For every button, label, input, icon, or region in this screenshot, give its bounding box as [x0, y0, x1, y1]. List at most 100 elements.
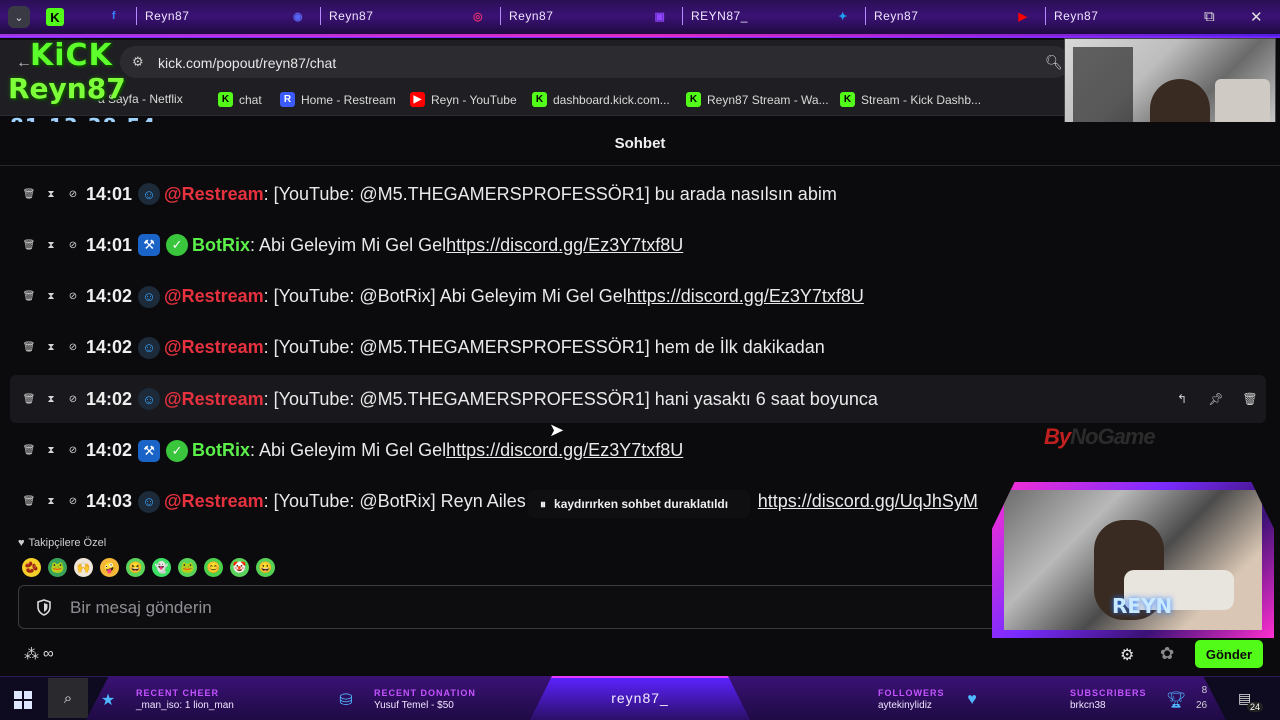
- social-link-4[interactable]: ✦ Reyn87: [835, 6, 918, 26]
- bot-badge-icon: ☺: [138, 336, 161, 359]
- ban-icon[interactable]: ⊘: [66, 240, 80, 251]
- twitch-icon: ▣: [654, 10, 666, 23]
- timeout-hourglass-icon[interactable]: ⧗: [44, 496, 58, 507]
- emote[interactable]: 👻: [152, 558, 171, 577]
- emote[interactable]: 😀: [256, 558, 275, 577]
- timeout-hourglass-icon[interactable]: ⧗: [44, 445, 58, 456]
- timeout-hourglass-icon[interactable]: ⧗: [44, 394, 58, 405]
- delete-icon[interactable]: 🗑︎: [1240, 389, 1260, 409]
- infinity-icon[interactable]: ∞: [43, 645, 54, 663]
- taskbar-search-icon[interactable]: ⌕: [48, 678, 88, 718]
- send-button[interactable]: Gönder: [1195, 640, 1263, 668]
- chat-message[interactable]: 🗑︎ ⧗ ⊘ 14:02 ☺ @Restream: [YouTube: @M5.THEGA…: [10, 375, 1266, 424]
- site-settings-icon[interactable]: ⚙: [132, 54, 144, 70]
- message-username[interactable]: @Restream: [164, 491, 264, 512]
- chat-input-placeholder[interactable]: Bir mesaj gönderin: [70, 598, 212, 618]
- ban-icon[interactable]: ⊘: [66, 189, 80, 200]
- timeout-hourglass-icon[interactable]: ⧗: [44, 291, 58, 302]
- banner-glow: [0, 34, 1280, 37]
- ban-icon[interactable]: ⊘: [66, 445, 80, 456]
- social-link-5[interactable]: ▶ Reyn87: [1015, 6, 1098, 26]
- subscribers-title: SUBSCRIBERS: [1070, 688, 1147, 698]
- emote[interactable]: 🐸: [178, 558, 197, 577]
- message-username[interactable]: @Restream: [164, 184, 264, 205]
- social-link-0[interactable]: f Reyn87: [106, 6, 189, 26]
- shield-icon[interactable]: [36, 599, 52, 616]
- emote[interactable]: 😊: [204, 558, 223, 577]
- bookmark-3[interactable]: ▶ Reyn - YouTube: [410, 92, 517, 107]
- chat-message[interactable]: 🗑︎ ⧗ ⊘ 14:01 ⚒ ✓ BotRix: Abi Geleyim Mi Gel Ge…: [10, 221, 1266, 269]
- timeout-hourglass-icon[interactable]: ⧗: [44, 189, 58, 200]
- bot-badge-icon: ☺: [138, 285, 161, 308]
- ban-icon[interactable]: ⊘: [66, 291, 80, 302]
- delete-trash-icon[interactable]: 🗑︎: [22, 189, 36, 200]
- social-link-2[interactable]: ◎ Reyn87: [470, 6, 553, 26]
- emote-picker-icon[interactable]: ✿: [1160, 644, 1174, 664]
- watermark-logo: ByNoGame: [1044, 424, 1156, 449]
- message-username[interactable]: BotRix: [192, 235, 250, 256]
- bookmark-2[interactable]: R Home - Restream: [280, 92, 396, 107]
- ban-icon[interactable]: ⊘: [66, 496, 80, 507]
- bookmark-4[interactable]: Kdashboard.kick.com...: [532, 92, 670, 107]
- ban-icon[interactable]: ⊘: [66, 342, 80, 353]
- chat-tools[interactable]: ⁂ ∞: [24, 645, 54, 663]
- recent-donation: RECENT DONATION Yusuf Temel - $50: [374, 688, 476, 711]
- url-text[interactable]: kick.com/popout/reyn87/chat: [158, 55, 336, 71]
- social-label: Reyn87: [509, 9, 554, 23]
- zoom-search-icon[interactable]: 🔍︎: [1045, 54, 1063, 71]
- kick-tab-icon[interactable]: K: [46, 8, 64, 26]
- message-username[interactable]: @Restream: [164, 286, 264, 307]
- chat-messages[interactable]: 🗑︎ ⧗ ⊘ 14:01 ☺ @Restream: [YouTube: @M5.THEGA…: [10, 170, 1266, 530]
- message-link[interactable]: https://discord.gg/Ez3Y7txf8U: [446, 235, 683, 256]
- delete-trash-icon[interactable]: 🗑︎: [22, 445, 36, 456]
- donation-coins-icon: ⛁: [339, 692, 353, 709]
- reply-icon[interactable]: ↰: [1172, 389, 1192, 409]
- chat-mode-icon[interactable]: ⁂: [24, 645, 39, 663]
- message-link[interactable]: https://discord.gg/Ez3Y7txf8U: [446, 440, 683, 461]
- chat-message[interactable]: 🗑︎ ⧗ ⊘ 14:02 ☺ @Restream: [YouTube: @M5.THEGA…: [10, 324, 1266, 372]
- tray-clock[interactable]: 8 26: [1196, 683, 1207, 713]
- chat-paused-notice[interactable]: ⏸ kaydırırken sohbet duraklatıldı: [528, 490, 750, 518]
- windows-start-icon[interactable]: [14, 691, 32, 709]
- pin-icon[interactable]: 📌︎: [1206, 389, 1226, 409]
- social-link-1[interactable]: ◉ Reyn87: [290, 6, 373, 26]
- message-username[interactable]: @Restream: [164, 337, 264, 358]
- chat-settings-gear-icon[interactable]: ⚙: [1120, 645, 1134, 665]
- close-window-icon[interactable]: ✕: [1250, 8, 1263, 26]
- social-link-3[interactable]: ▣ REYN87_: [652, 6, 748, 26]
- delete-trash-icon[interactable]: 🗑︎: [22, 291, 36, 302]
- emote[interactable]: 🤡: [230, 558, 249, 577]
- chat-message[interactable]: 🗑︎ ⧗ ⊘ 14:02 ☺ @Restream: [YouTube: @BotRix] …: [10, 273, 1266, 321]
- delete-trash-icon[interactable]: 🗑︎: [22, 496, 36, 507]
- message-username[interactable]: BotRix: [192, 440, 250, 461]
- delete-trash-icon[interactable]: 🗑︎: [22, 240, 36, 251]
- ban-icon[interactable]: ⊘: [66, 394, 80, 405]
- delete-trash-icon[interactable]: 🗑︎: [22, 342, 36, 353]
- social-label: Reyn87: [145, 9, 190, 23]
- kick-logo-text: KiCK: [30, 38, 113, 73]
- message-link[interactable]: https://discord.gg/UqJhSyM: [758, 491, 978, 512]
- kick-icon: K: [840, 92, 855, 107]
- timeout-hourglass-icon[interactable]: ⧗: [44, 342, 58, 353]
- emote[interactable]: 🤪: [100, 558, 119, 577]
- bookmark-5[interactable]: K Reyn87 Stream - Wa...: [686, 92, 829, 107]
- timeout-hourglass-icon[interactable]: ⧗: [44, 240, 58, 251]
- emote[interactable]: 😆: [126, 558, 145, 577]
- bookmark-1[interactable]: Kchat: [218, 92, 262, 107]
- kick-icon: K: [532, 92, 547, 107]
- message-text: : [YouTube: @M5.THEGAMERSPROFESSÖR1] han…: [263, 388, 878, 409]
- emote[interactable]: 🙌: [74, 558, 93, 577]
- message-link[interactable]: https://discord.gg/Ez3Y7txf8U: [627, 286, 864, 307]
- delete-trash-icon[interactable]: 🗑︎: [22, 394, 36, 405]
- emote[interactable]: 🫘: [22, 558, 41, 577]
- tab-list-chevron-down-icon[interactable]: ⌄: [8, 6, 30, 28]
- restore-window-icon[interactable]: ⧉: [1204, 8, 1215, 25]
- message-username[interactable]: @Restream: [164, 389, 264, 410]
- emote[interactable]: 🐸: [48, 558, 67, 577]
- bot-badge-icon: ☺: [138, 490, 161, 513]
- followers-only-label: ♥ Takipçilere Özel: [18, 537, 106, 549]
- bookmark-6[interactable]: K Stream - Kick Dashb...: [840, 92, 981, 107]
- pause-icon: ⏸: [540, 496, 547, 511]
- discord-icon: ◉: [292, 10, 304, 23]
- chat-message[interactable]: 🗑︎ ⧗ ⊘ 14:01 ☺ @Restream: [YouTube: @M5.THEGA…: [10, 170, 1266, 218]
